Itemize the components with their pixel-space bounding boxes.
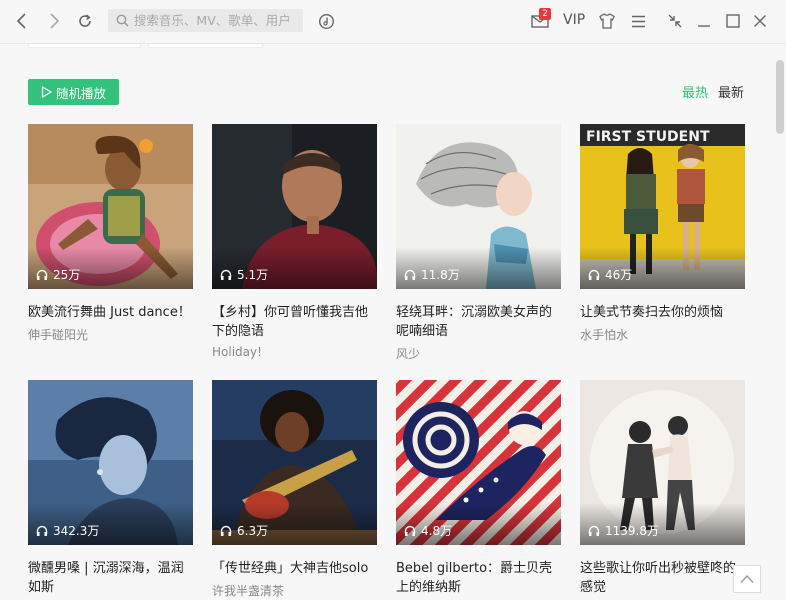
play-count: 342.3万: [36, 522, 99, 539]
headphones-icon: [404, 525, 416, 536]
playlist-cover[interactable]: 5.1万: [212, 124, 377, 289]
playlist-cover[interactable]: 25万: [28, 124, 193, 289]
chevron-right-icon: [50, 13, 60, 29]
back-button[interactable]: [9, 8, 35, 34]
play-count-value: 1139.8万: [605, 524, 659, 538]
playlist-title[interactable]: 【乡村】你可曾听懂我吉他下的隐语: [212, 303, 377, 341]
play-count-value: 11.8万: [421, 268, 460, 282]
playlist-cover[interactable]: 11.8万: [396, 124, 561, 289]
shrink-icon: [668, 14, 682, 28]
top-bar: 2 VIP: [0, 0, 786, 44]
minimize-button[interactable]: [691, 8, 717, 34]
playlist-author[interactable]: 水手怕水: [580, 326, 745, 343]
mini-mode-button[interactable]: [662, 8, 688, 34]
play-count-value: 342.3万: [53, 524, 100, 538]
refresh-icon: [79, 14, 91, 27]
shirt-icon: [599, 13, 615, 29]
playlist-card[interactable]: 11.8万 轻绕耳畔：沉溺欧美女声的呢喃细语 风少: [396, 124, 561, 362]
search-icon: [116, 14, 129, 27]
headphones-icon: [220, 269, 232, 280]
playlist-cover[interactable]: 1139.8万: [580, 380, 745, 545]
playlist-card[interactable]: FIRST STUDENT 46万 让美式节奏扫去你的烦恼 水手怕水: [580, 124, 745, 343]
playlist-title[interactable]: 这些歌让你听出秒被壁咚的感觉: [580, 559, 745, 597]
play-count: 25万: [36, 266, 80, 283]
play-count: 46万: [588, 266, 632, 283]
minimize-icon: [698, 25, 710, 27]
forward-button[interactable]: [41, 8, 67, 34]
search-input[interactable]: [133, 13, 303, 28]
sort-hot-tab[interactable]: 最热: [682, 82, 708, 101]
playlist-card[interactable]: 342.3万 微醺男嗓 | 沉溺深海，温润如斯: [28, 380, 193, 600]
playlist-author[interactable]: 风少: [396, 345, 561, 362]
headphones-icon: [588, 269, 600, 280]
playlist-card[interactable]: 5.1万 【乡村】你可曾听懂我吉他下的隐语 Holiday!: [212, 124, 377, 359]
scrolled-tab-remnant: [28, 44, 141, 48]
maximize-button[interactable]: [720, 8, 746, 34]
playlist-title[interactable]: 让美式节奏扫去你的烦恼: [580, 303, 745, 322]
shuffle-play-button[interactable]: 随机播放: [28, 79, 119, 105]
playlist-title[interactable]: 欧美流行舞曲 Just dance！: [28, 303, 193, 322]
playlist-cover[interactable]: 342.3万: [28, 380, 193, 545]
menu-icon: [631, 15, 645, 27]
playlist-card[interactable]: 4.8万 Bebel gilberto：爵士贝壳上的维纳斯: [396, 380, 561, 600]
playlist-title[interactable]: Bebel gilberto：爵士贝壳上的维纳斯: [396, 559, 561, 597]
headphones-icon: [36, 269, 48, 280]
headphones-icon: [404, 269, 416, 280]
play-count: 6.3万: [220, 522, 268, 539]
play-count: 5.1万: [220, 266, 268, 283]
play-count: 11.8万: [404, 266, 460, 283]
svg-text:FIRST STUDENT: FIRST STUDENT: [586, 129, 710, 145]
playlist-card[interactable]: 6.3万 「传世经典」大神吉他solo 许我半盏清茶: [212, 380, 377, 599]
back-to-top-button[interactable]: [733, 565, 761, 593]
playlist-cover[interactable]: 6.3万: [212, 380, 377, 545]
sort-new-tab[interactable]: 最新: [718, 82, 744, 101]
scrolled-tab-remnant: [148, 44, 263, 48]
play-icon: [41, 86, 52, 98]
close-icon: [754, 15, 766, 27]
play-count: 1139.8万: [588, 522, 659, 539]
close-button[interactable]: [747, 8, 773, 34]
playlist-cover[interactable]: 4.8万: [396, 380, 561, 545]
playlist-author[interactable]: Holiday!: [212, 345, 377, 359]
headphones-icon: [220, 525, 232, 536]
refresh-button[interactable]: [72, 8, 98, 34]
headphones-icon: [588, 525, 600, 536]
play-count-value: 5.1万: [237, 268, 269, 282]
playlist-cover[interactable]: FIRST STUDENT 46万: [580, 124, 745, 289]
search-box[interactable]: [108, 9, 303, 32]
mail-badge: 2: [539, 8, 551, 20]
scrollbar-thumb[interactable]: [776, 60, 784, 134]
playlist-author[interactable]: 许我半盏清茶: [212, 582, 377, 599]
play-count: 4.8万: [404, 522, 452, 539]
playlist-title[interactable]: 微醺男嗓 | 沉溺深海，温润如斯: [28, 559, 193, 597]
shuffle-play-label: 随机播放: [55, 85, 106, 101]
chevron-up-icon: [740, 574, 754, 583]
music-recognition-button[interactable]: [313, 8, 339, 34]
playlist-card[interactable]: 25万 欧美流行舞曲 Just dance！ 伸手碰阳光: [28, 124, 193, 343]
maximize-icon: [726, 14, 740, 28]
play-count-value: 4.8万: [421, 524, 453, 538]
playlist-card[interactable]: 1139.8万 这些歌让你听出秒被壁咚的感觉: [580, 380, 745, 600]
vip-link[interactable]: VIP: [563, 12, 585, 28]
disc-icon: [318, 13, 334, 29]
playlist-title[interactable]: 「传世经典」大神吉他solo: [212, 559, 377, 578]
play-count-value: 46万: [605, 268, 633, 282]
chevron-left-icon: [16, 13, 26, 29]
headphones-icon: [36, 525, 48, 536]
play-count-value: 6.3万: [237, 524, 269, 538]
play-count-value: 25万: [53, 268, 81, 282]
menu-button[interactable]: [625, 8, 651, 34]
skin-button[interactable]: [594, 8, 620, 34]
playlist-title[interactable]: 轻绕耳畔：沉溺欧美女声的呢喃细语: [396, 303, 561, 341]
playlist-author[interactable]: 伸手碰阳光: [28, 326, 193, 343]
